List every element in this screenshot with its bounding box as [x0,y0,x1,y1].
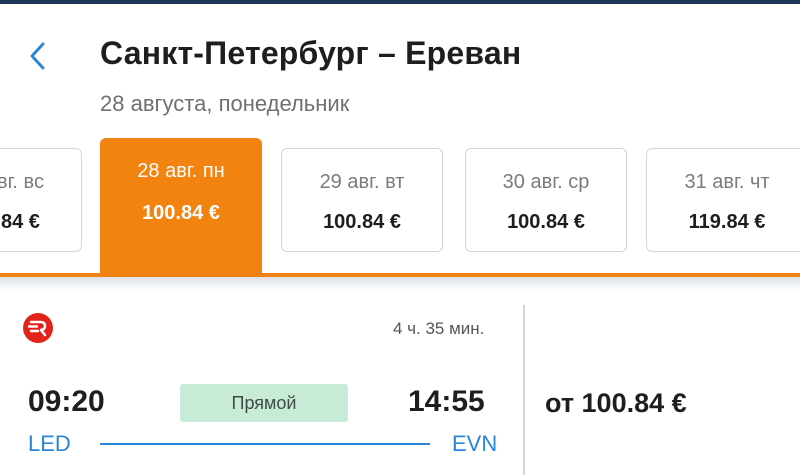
page-title: Санкт-Петербург – Ереван [100,35,522,71]
date-label: 30 авг. ср [502,171,590,193]
flight-price[interactable]: от 100.84 € [545,388,687,419]
date-card[interactable]: 31 авг. чт 119.84 € [646,148,800,252]
date-price: 100.84 € [142,202,220,224]
route-line [100,443,430,445]
date-price: 100.84 € [0,211,40,233]
date-card[interactable]: 29 авг. вт 100.84 € [281,148,443,252]
direct-flight-badge: Прямой [180,384,348,422]
vertical-divider [523,305,525,475]
date-card[interactable]: 27 авг. вс 100.84 € [0,148,82,252]
chevron-left-icon [30,42,45,70]
page-subtitle: 28 августа, понедельник [100,91,350,116]
date-selector: 27 авг. вс 100.84 € 28 авг. пн 100.84 € … [0,138,800,278]
departure-time: 09:20 [28,385,105,418]
flight-card[interactable]: 4 ч. 35 мин. 09:20 Прямой 14:55 LED EVN … [0,291,800,475]
departure-airport-code: LED [28,431,71,456]
date-label: 28 авг. пн [137,160,225,182]
arrival-time: 14:55 [408,385,485,418]
date-price: 100.84 € [323,211,401,233]
section-separator [0,277,800,291]
date-label: 31 авг. чт [684,171,770,193]
date-card-selected[interactable]: 28 авг. пн 100.84 € [100,138,262,278]
date-price: 100.84 € [507,211,585,233]
airline-logo-icon [23,313,53,343]
flight-duration: 4 ч. 35 мин. [393,319,485,338]
date-label: 27 авг. вс [0,171,44,193]
arrival-airport-code: EVN [452,431,498,456]
back-button[interactable] [22,40,54,72]
date-card[interactable]: 30 авг. ср 100.84 € [465,148,627,252]
date-price: 119.84 € [688,211,766,233]
date-label: 29 авг. вт [319,171,405,193]
